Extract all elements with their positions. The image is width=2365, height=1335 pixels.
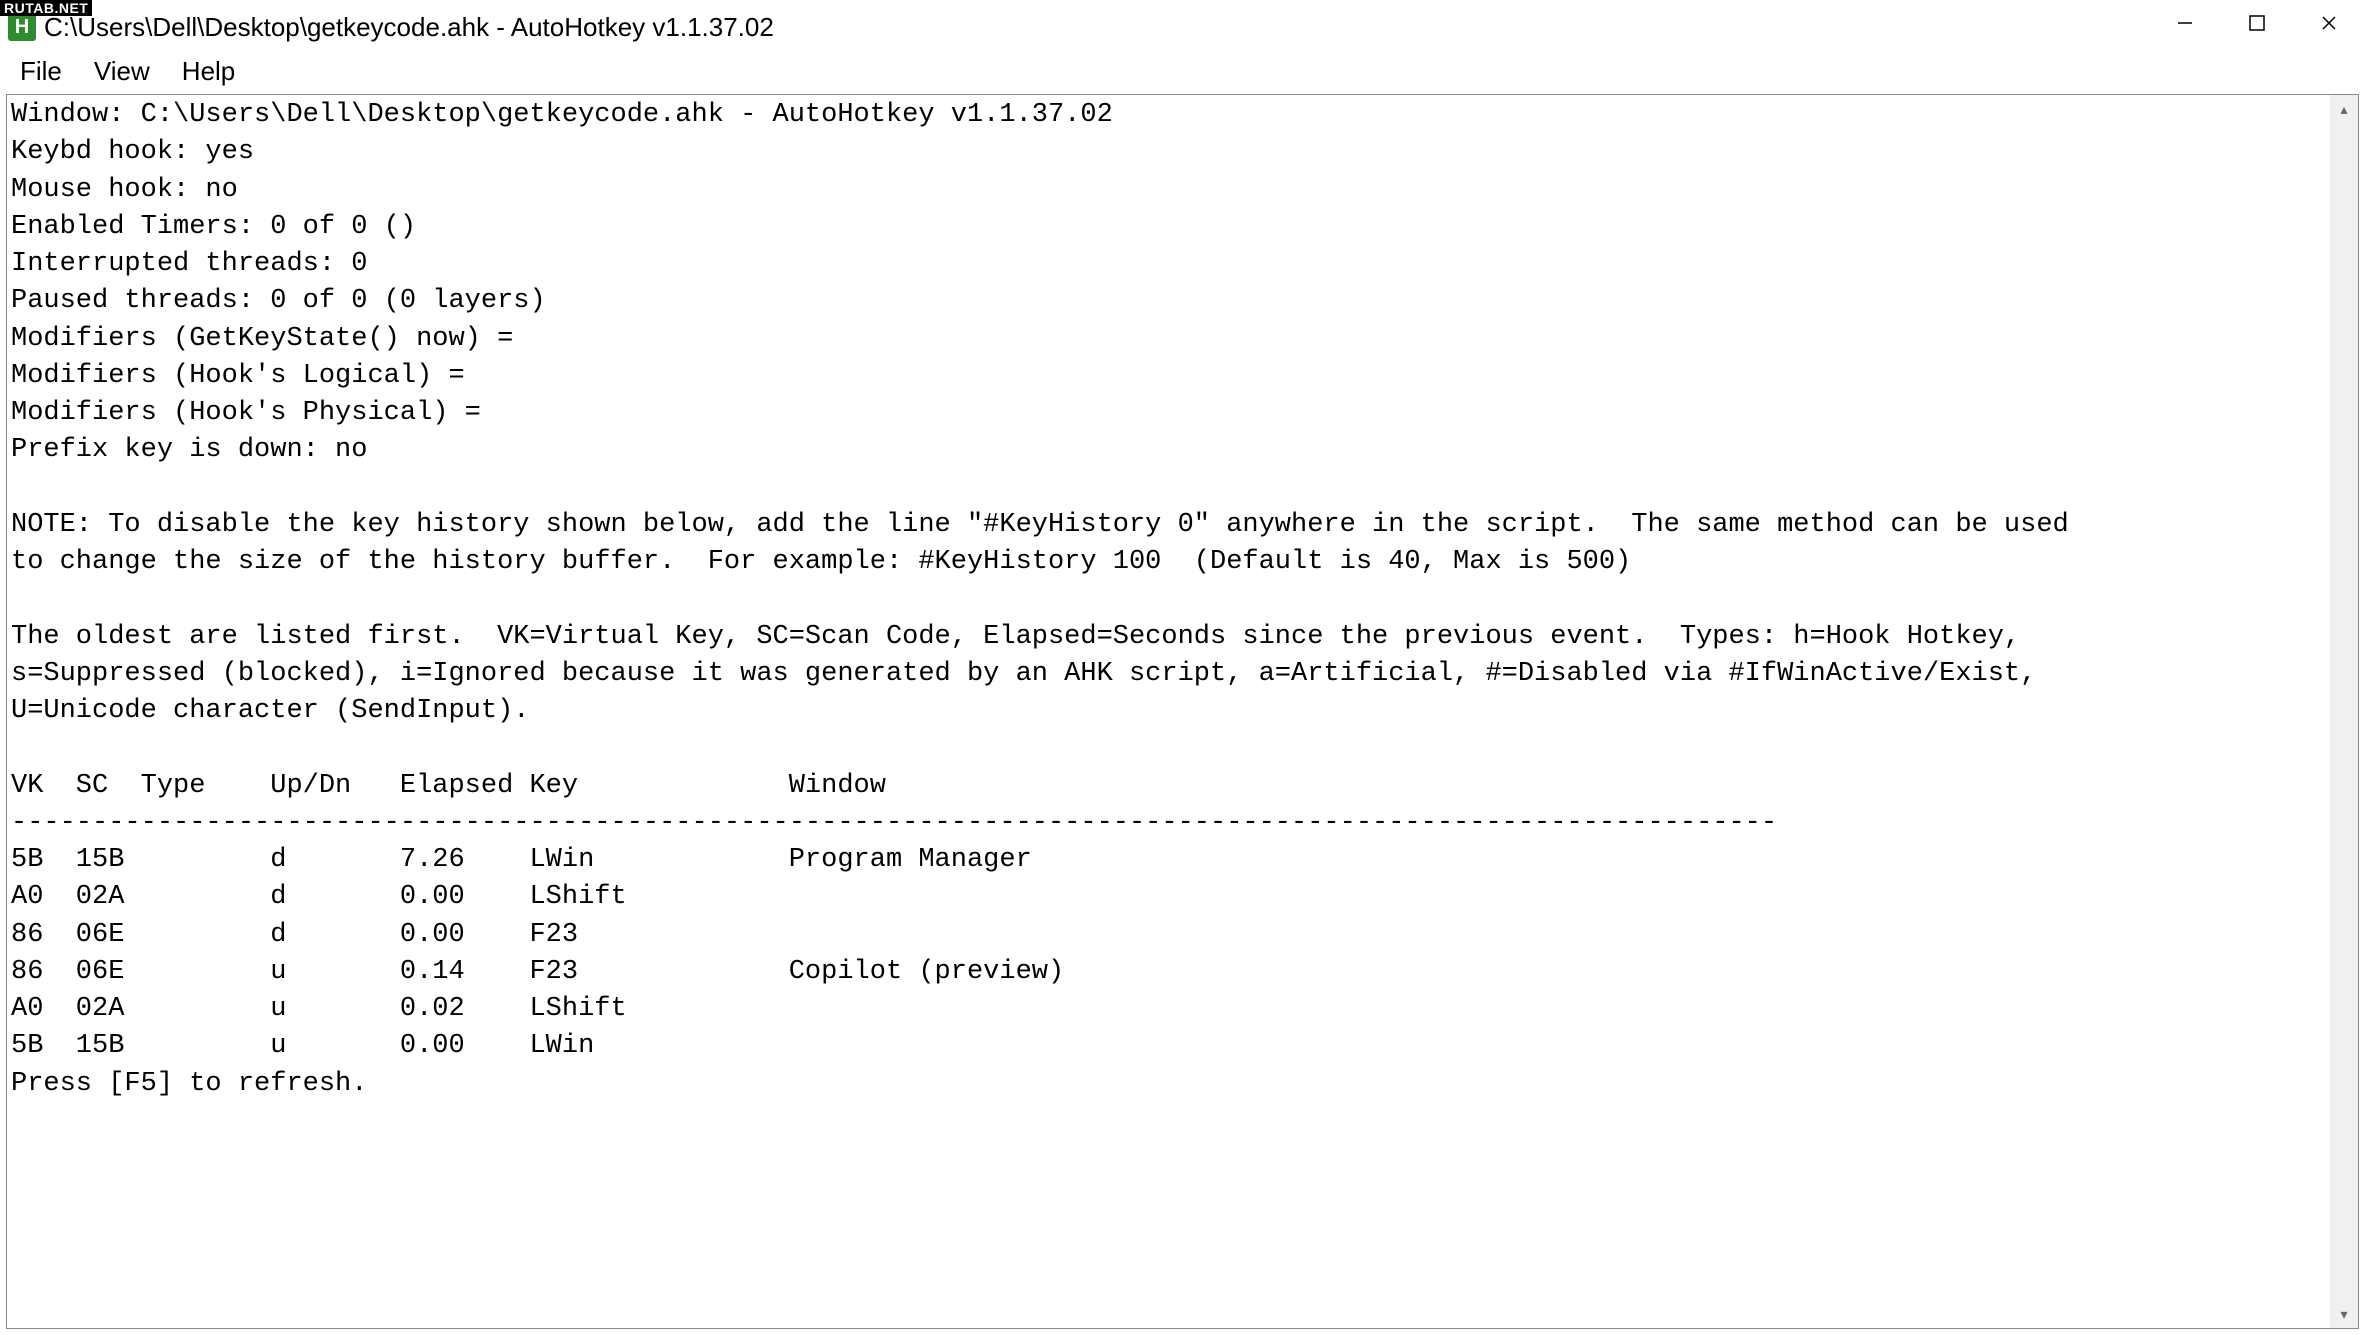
maximize-icon: [2248, 14, 2266, 32]
window-title: C:\Users\Dell\Desktop\getkeycode.ahk - A…: [44, 12, 774, 43]
modifiers-physical-line: Modifiers (Hook's Physical) =: [11, 398, 497, 428]
vertical-scrollbar[interactable]: ▴ ▾: [2330, 95, 2358, 1328]
content-area: Window: C:\Users\Dell\Desktop\getkeycode…: [6, 94, 2359, 1329]
minimize-button[interactable]: [2149, 0, 2221, 46]
menu-view[interactable]: View: [78, 52, 166, 91]
menubar: File View Help: [0, 50, 2365, 94]
legend-line-2: s=Suppressed (blocked), i=Ignored becaus…: [11, 659, 2036, 689]
scroll-down-arrow-icon[interactable]: ▾: [2330, 1300, 2358, 1328]
table-row: A0 02A d 0.00 LShift: [11, 882, 789, 912]
interrupted-threads-line: Interrupted threads: 0: [11, 249, 367, 279]
table-row: 86 06E d 0.00 F23: [11, 920, 789, 950]
mouse-hook-line: Mouse hook: no: [11, 175, 238, 205]
modifiers-getkeystate-line: Modifiers (GetKeyState() now) =: [11, 324, 529, 354]
menu-help[interactable]: Help: [166, 52, 251, 91]
table-row: 5B 15B u 0.00 LWin: [11, 1031, 789, 1061]
minimize-icon: [2176, 14, 2194, 32]
key-history-text: Window: C:\Users\Dell\Desktop\getkeycode…: [7, 95, 2358, 1105]
close-button[interactable]: [2293, 0, 2365, 46]
table-header: VK SC Type Up/Dn Elapsed Key Window: [11, 771, 886, 801]
table-row: A0 02A u 0.02 LShift: [11, 994, 789, 1024]
window-controls: [2149, 0, 2365, 46]
table-row: 5B 15B d 7.26 LWin Program Manager: [11, 845, 1032, 875]
app-icon: H: [8, 13, 36, 41]
note-line-1: NOTE: To disable the key history shown b…: [11, 510, 2069, 540]
menu-file[interactable]: File: [12, 52, 78, 91]
window-info-line: Window: C:\Users\Dell\Desktop\getkeycode…: [11, 100, 1113, 130]
maximize-button[interactable]: [2221, 0, 2293, 46]
modifiers-logical-line: Modifiers (Hook's Logical) =: [11, 361, 481, 391]
watermark-label: RUTAB.NET: [0, 0, 92, 16]
close-icon: [2320, 14, 2338, 32]
scroll-up-arrow-icon[interactable]: ▴: [2330, 95, 2358, 123]
legend-line-3: U=Unicode character (SendInput).: [11, 696, 529, 726]
table-row: 86 06E u 0.14 F23 Copilot (preview): [11, 957, 1064, 987]
refresh-hint: Press [F5] to refresh.: [11, 1069, 367, 1099]
legend-line-1: The oldest are listed first. VK=Virtual …: [11, 622, 2020, 652]
note-line-2: to change the size of the history buffer…: [11, 547, 1631, 577]
keybd-hook-line: Keybd hook: yes: [11, 137, 254, 167]
titlebar: H C:\Users\Dell\Desktop\getkeycode.ahk -…: [0, 0, 2365, 50]
table-divider: ----------------------------------------…: [11, 808, 1777, 838]
enabled-timers-line: Enabled Timers: 0 of 0 (): [11, 212, 416, 242]
prefix-key-line: Prefix key is down: no: [11, 435, 367, 465]
paused-threads-line: Paused threads: 0 of 0 (0 layers): [11, 286, 546, 316]
